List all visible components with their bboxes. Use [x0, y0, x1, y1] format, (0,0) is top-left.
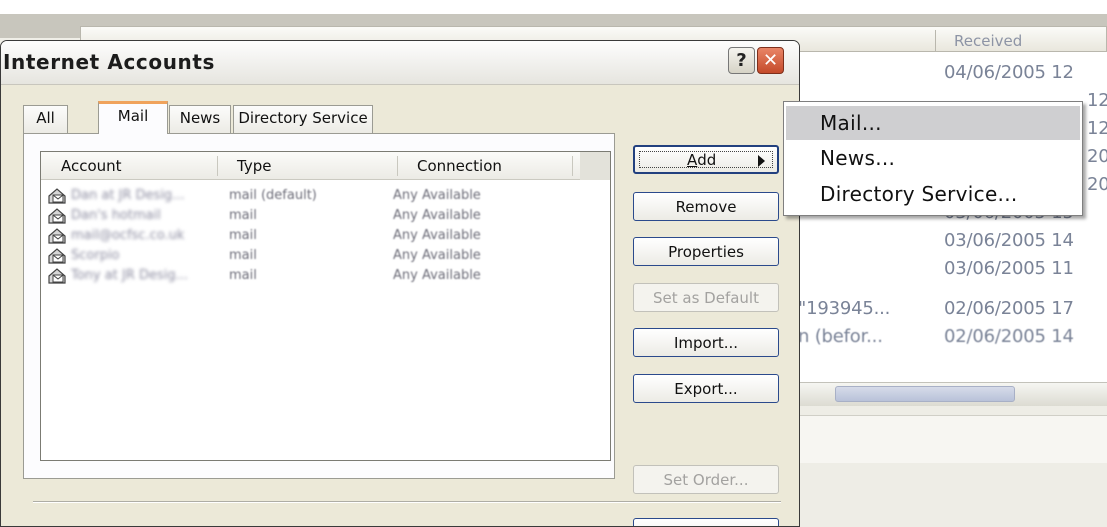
accounts-list[interactable]: Account Type Connection Dan at JR Desig.…: [40, 151, 611, 461]
properties-button[interactable]: Properties: [633, 237, 779, 266]
mail-account-icon: [48, 228, 66, 244]
menu-item-directory-service[interactable]: Directory Service...: [786, 177, 1080, 211]
message-date: 03/06/2005 11: [944, 258, 1074, 279]
account-name: Dan at JR Desig...: [71, 188, 185, 203]
account-connection: Any Available: [393, 228, 481, 243]
column-type[interactable]: Type: [217, 152, 397, 180]
message-date: 12: [1087, 118, 1107, 139]
focus-rectangle: [639, 151, 773, 168]
dialog-title: Internet Accounts: [3, 50, 216, 74]
account-connection: Any Available: [393, 208, 481, 223]
account-row[interactable]: Dan's hotmail mail Any Available: [41, 206, 610, 226]
tab-all[interactable]: All: [23, 105, 68, 133]
accounts-list-header: Account Type Connection: [41, 152, 610, 180]
internet-accounts-dialog: Internet Accounts ? ✕ All Mail News Dire…: [0, 40, 800, 527]
preview-header: [800, 415, 1107, 463]
import-button[interactable]: Import...: [633, 328, 779, 357]
help-button[interactable]: ?: [728, 47, 755, 74]
column-received-label: Received: [954, 32, 1023, 50]
message-subject: n (befor...: [798, 326, 883, 347]
account-name: Scorpio: [71, 248, 120, 263]
column-divider[interactable]: [572, 156, 573, 176]
menu-item-news[interactable]: News...: [786, 141, 1080, 175]
account-connection: Any Available: [393, 248, 481, 263]
account-type: mail (default): [229, 188, 317, 203]
message-date: 02/06/2005 14: [944, 326, 1074, 347]
account-name: mail@ocfsc.co.uk: [71, 228, 185, 243]
account-type: mail: [229, 248, 257, 263]
account-type: mail: [229, 208, 257, 223]
message-date: 04/06/2005 12: [944, 62, 1074, 83]
account-row[interactable]: Tony at JR Desig... mail Any Available: [41, 266, 610, 286]
tab-mail[interactable]: Mail: [98, 101, 168, 134]
account-name: Dan's hotmail: [71, 208, 161, 223]
set-order-button[interactable]: Set Order...: [633, 465, 779, 494]
separator: [33, 501, 781, 503]
message-date: 03/06/2005 14: [944, 230, 1074, 251]
message-date: 20: [1087, 174, 1107, 195]
close-button[interactable]: Close: [633, 518, 779, 526]
remove-button[interactable]: Remove: [633, 192, 779, 221]
account-connection: Any Available: [393, 188, 481, 203]
account-row[interactable]: Dan at JR Desig... mail (default) Any Av…: [41, 186, 610, 206]
account-row[interactable]: mail@ocfsc.co.uk mail Any Available: [41, 226, 610, 246]
submenu-arrow-icon: [758, 155, 765, 167]
column-connection[interactable]: Connection: [397, 152, 572, 180]
column-account[interactable]: Account: [41, 152, 217, 180]
export-button[interactable]: Export...: [633, 374, 779, 403]
account-name: Tony at JR Desig...: [71, 268, 188, 283]
mail-account-icon: [48, 248, 66, 264]
set-default-button[interactable]: Set as Default: [633, 283, 779, 312]
mail-account-icon: [48, 188, 66, 204]
add-submenu: Mail... News... Directory Service...: [783, 101, 1083, 216]
message-date: 02/06/2005 17: [944, 298, 1074, 319]
tab-directory-service[interactable]: Directory Service: [233, 105, 373, 133]
list-scroll-corner: [580, 152, 610, 180]
account-type: mail: [229, 268, 257, 283]
close-window-button[interactable]: ✕: [757, 47, 784, 74]
message-subject: "193945...: [798, 298, 891, 319]
mail-account-icon: [48, 208, 66, 224]
account-connection: Any Available: [393, 268, 481, 283]
column-received[interactable]: Received: [935, 30, 1075, 52]
scrollbar-thumb[interactable]: [835, 386, 1015, 402]
message-date: 20: [1087, 146, 1107, 167]
menu-item-mail[interactable]: Mail...: [786, 106, 1080, 140]
add-button[interactable]: Add: [633, 145, 779, 174]
tab-news[interactable]: News: [169, 105, 231, 133]
dialog-titlebar[interactable]: Internet Accounts ? ✕: [1, 41, 799, 85]
account-row[interactable]: Scorpio mail Any Available: [41, 246, 610, 266]
mail-account-icon: [48, 268, 66, 284]
account-type: mail: [229, 228, 257, 243]
window-top: [0, 0, 1107, 14]
message-date: 12: [1087, 90, 1107, 111]
